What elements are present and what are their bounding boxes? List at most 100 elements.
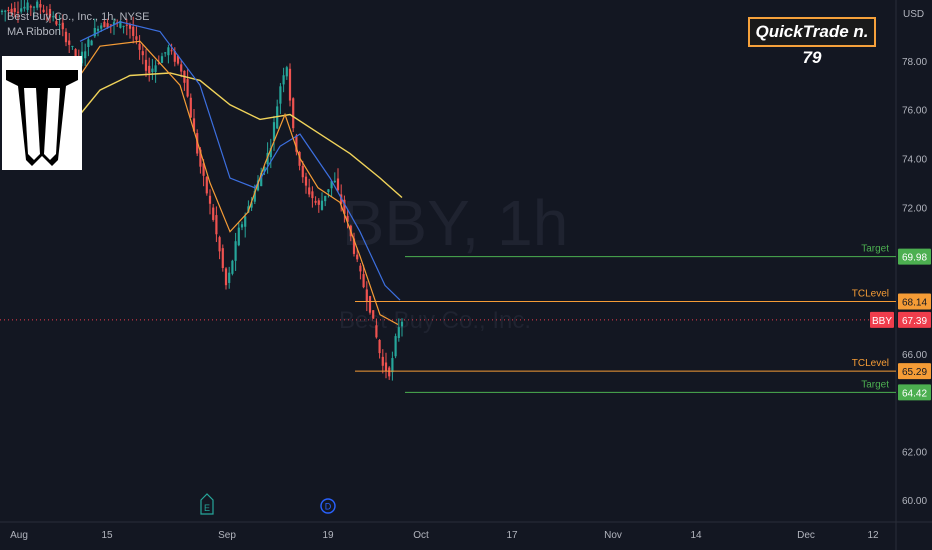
candle-body (279, 86, 282, 104)
candle-body (68, 40, 71, 45)
dividend-event-letter: D (325, 502, 332, 512)
x-axis-label: Nov (604, 530, 622, 541)
y-axis-tick-label: 62.00 (902, 447, 927, 458)
candle-body (375, 325, 378, 338)
candle-body (368, 296, 372, 313)
x-axis-label: Dec (797, 530, 815, 541)
ma-fast-line (79, 40, 399, 326)
tclevel-level-label: TCLevel (852, 289, 889, 300)
x-axis-label: 19 (322, 530, 334, 541)
candle-body (231, 260, 234, 274)
candle-body (39, 4, 42, 8)
candle-body (356, 254, 359, 260)
y-axis-tick-label: 74.00 (902, 154, 927, 165)
candle-body (317, 200, 320, 205)
candle-body (359, 265, 362, 272)
x-axis-label: Oct (413, 530, 429, 541)
candle-body (285, 67, 288, 77)
candle-body (301, 165, 304, 178)
candle-body (324, 195, 327, 202)
candle-body (378, 340, 381, 354)
candle-body (244, 216, 247, 227)
candle-body (234, 241, 237, 261)
price-chart[interactable]: BBY, 1h Best Buy Co., Inc. 78.00 76.00 74.00… (0, 0, 932, 550)
y-axis-tick-label: 76.00 (902, 106, 927, 117)
candle-body (29, 6, 32, 8)
candle-body (90, 40, 93, 46)
candle-body (314, 200, 317, 203)
candle-body (154, 65, 157, 72)
candle-body (397, 327, 400, 338)
candle-body (372, 310, 375, 319)
candle-body (180, 64, 183, 72)
candle-body (381, 356, 384, 366)
candle-body (36, 1, 39, 8)
candle-body (240, 224, 244, 228)
candle-body (333, 180, 336, 183)
candle-body (212, 207, 215, 220)
x-axis-label: 14 (690, 530, 702, 541)
candle-body (394, 336, 397, 357)
symbol-badge-text: BBY (872, 316, 892, 327)
candle-body (138, 43, 141, 50)
ma-slow-line (79, 72, 403, 199)
last-price-value: 67.39 (902, 316, 927, 327)
target-price-value: 69.98 (902, 253, 927, 264)
candle-body (400, 321, 404, 327)
y-axis-tick-label: 78.00 (902, 57, 927, 68)
brand-logo-icon (2, 56, 82, 170)
candle-body (320, 200, 324, 210)
y-axis-tick-label: 66.00 (902, 350, 927, 361)
x-axis-label: Sep (218, 530, 236, 541)
currency-label: USD (903, 9, 925, 20)
symbol-title[interactable]: Best Buy Co., Inc., 1h, NYSE (7, 10, 149, 25)
candle-body (84, 51, 87, 59)
candle-body (0, 10, 4, 13)
candle-body (186, 79, 189, 97)
candle-body (148, 65, 151, 73)
x-axis-label: Aug (10, 530, 28, 541)
candle-body (336, 178, 340, 191)
watermark-ticker: BBY, 1h (342, 187, 569, 259)
candle-body (218, 237, 221, 252)
candle-body (23, 6, 26, 9)
tclevel-price-value: 65.29 (902, 367, 927, 378)
candle-body (362, 274, 365, 288)
candle-body (292, 98, 295, 129)
candle-body (151, 68, 154, 73)
indicator-label[interactable]: MA Ribbon (7, 25, 149, 40)
x-axis-label: 17 (506, 530, 518, 541)
candle-body (71, 45, 74, 47)
candle-body (170, 50, 173, 52)
candle-body (160, 56, 164, 63)
candle-body (304, 176, 308, 186)
watermark-company: Best Buy Co., Inc. (339, 307, 531, 334)
candle-body (308, 187, 311, 195)
tclevel-price-value: 68.14 (902, 298, 927, 309)
candle-body (205, 177, 208, 194)
chart-legend: Best Buy Co., Inc., 1h, NYSE MA Ribbon (7, 10, 149, 40)
candle-body (87, 39, 90, 48)
candle-body (221, 248, 224, 268)
target-level-label: Target (861, 379, 889, 390)
candle-body (311, 191, 314, 199)
candle-body (388, 367, 391, 377)
x-axis-label: 12 (867, 530, 879, 541)
candle-body (4, 10, 7, 12)
candle-body (282, 75, 285, 85)
tclevel-level-label: TCLevel (852, 358, 889, 369)
earnings-event-letter: E (204, 503, 210, 513)
candle-body (237, 227, 240, 246)
candle-body (365, 289, 368, 302)
candle-body (26, 2, 29, 11)
y-axis-tick-label: 60.00 (902, 496, 927, 507)
candle-body (384, 362, 388, 371)
candle-body (164, 52, 167, 54)
candle-body (288, 68, 292, 101)
y-axis-tick-label: 72.00 (902, 203, 927, 214)
candle-body (167, 47, 170, 56)
candle-body (228, 272, 231, 283)
candle-body (141, 51, 144, 56)
candle-body (327, 189, 330, 193)
target-level-label: Target (861, 244, 889, 255)
